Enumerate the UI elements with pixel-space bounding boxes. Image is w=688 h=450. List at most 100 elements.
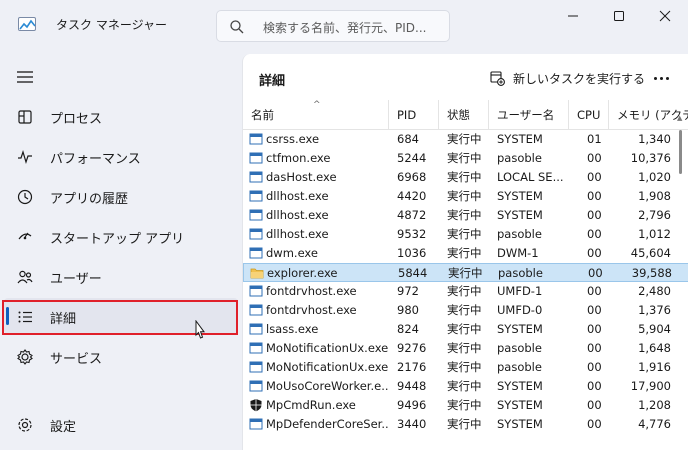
column-header-status[interactable]: 状態	[439, 100, 489, 130]
cell-status: 実行中	[447, 398, 482, 412]
column-header-pid[interactable]: PID	[389, 100, 439, 130]
close-button[interactable]	[642, 0, 688, 32]
cell-cpu: 00	[587, 379, 602, 393]
cell-cpu: 00	[587, 246, 602, 260]
more-options-button[interactable]	[647, 66, 675, 90]
window-app-icon	[249, 190, 263, 202]
cell-name: MpCmdRun.exe	[243, 396, 389, 415]
table-row[interactable]: MoNotificationUx.exe 2176 実行中 pasoble 00 1,91…	[243, 358, 688, 377]
more-dot	[654, 77, 657, 80]
sidebar-item-app-history[interactable]: アプリの履歴	[4, 178, 238, 214]
process-name: MpCmdRun.exe	[266, 398, 356, 412]
processes-icon	[18, 110, 32, 124]
history-icon	[17, 189, 33, 205]
table-row[interactable]: lsass.exe 824 実行中 SYSTEM 00 5,904	[243, 320, 688, 339]
sidebar-item-label: パフォーマンス	[50, 152, 141, 167]
cell-user: SYSTEM	[497, 398, 543, 412]
table-row[interactable]: MpCmdRun.exe 9496 実行中 SYSTEM 00 1,208	[243, 396, 688, 415]
cell-name: MpDefenderCoreSer...	[243, 415, 389, 434]
sidebar-item-label: サービス	[50, 352, 103, 367]
table-row[interactable]: ctfmon.exe 5244 実行中 pasoble 00 10,376	[243, 149, 688, 168]
task-manager-app-icon	[18, 17, 36, 31]
cell-pid: 6968	[397, 170, 427, 184]
cell-user: pasoble	[497, 341, 542, 355]
run-new-task-button[interactable]: 新しいタスクを実行する	[483, 64, 645, 92]
column-header-label: 名前	[251, 108, 274, 122]
cell-name: MoNotificationUx.exe	[243, 339, 389, 358]
sidebar-item-startup[interactable]: スタートアップ アプリ	[4, 218, 238, 254]
table-row[interactable]: csrss.exe 684 実行中 SYSTEM 01 1,340	[243, 130, 688, 149]
cell-user: pasoble	[497, 151, 542, 165]
column-header-username[interactable]: ユーザー名	[489, 100, 569, 130]
cell-mem: 1,376	[638, 303, 671, 317]
sidebar-item-label: アプリの履歴	[50, 192, 129, 207]
process-name: MoNotificationUx.exe	[266, 360, 389, 374]
window-app-icon	[249, 418, 263, 430]
vertical-scrollbar[interactable]	[679, 130, 682, 174]
table-row[interactable]: MpDefenderCoreSer... 3440 実行中 SYSTEM 00 4,776	[243, 415, 688, 434]
sidebar-item-services[interactable]: サービス	[4, 338, 238, 374]
cell-pid: 4872	[397, 208, 427, 222]
cell-cpu: 00	[587, 170, 602, 184]
cell-pid: 684	[397, 132, 419, 146]
process-name: MoNotificationUx.exe	[266, 341, 389, 355]
sidebar-item-settings[interactable]: 設定	[4, 406, 238, 442]
cell-status: 実行中	[447, 322, 482, 336]
minimize-button[interactable]	[550, 0, 596, 32]
cell-mem: 1,908	[638, 189, 671, 203]
sidebar-item-users[interactable]: ユーザー	[4, 258, 238, 294]
search-input[interactable]: 検索する名前、発行元、PID...	[216, 10, 450, 42]
scroll-up-icon[interactable]: ▲	[677, 114, 682, 122]
cell-mem: 45,604	[630, 246, 671, 260]
cell-name: dllhost.exe	[243, 206, 389, 225]
cell-user: SYSTEM	[497, 189, 543, 203]
cell-cpu: 00	[587, 322, 602, 336]
cell-cpu: 00	[587, 303, 602, 317]
cell-name: lsass.exe	[243, 320, 389, 339]
table-row[interactable]: MoNotificationUx.exe 9276 実行中 pasoble 00 1,64…	[243, 339, 688, 358]
table-row[interactable]: dllhost.exe 4872 実行中 SYSTEM 00 2,796	[243, 206, 688, 225]
folder-icon	[250, 268, 264, 279]
cell-name: ctfmon.exe	[243, 149, 389, 168]
process-name: dllhost.exe	[266, 227, 329, 241]
sidebar-item-performance[interactable]: パフォーマンス	[4, 138, 238, 174]
maximize-button[interactable]	[596, 0, 642, 32]
window-app-icon	[249, 171, 263, 183]
sidebar-item-processes[interactable]: プロセス	[4, 98, 238, 134]
table-row[interactable]: dwm.exe 1036 実行中 DWM-1 00 45,604	[243, 244, 688, 263]
cell-name: dllhost.exe	[243, 225, 389, 244]
column-header-label: 状態	[447, 108, 470, 122]
table-row[interactable]: fontdrvhost.exe 972 実行中 UMFD-1 00 2,480	[243, 282, 688, 301]
table-row[interactable]: fontdrvhost.exe 980 実行中 UMFD-0 00 1,376	[243, 301, 688, 320]
column-header-cpu[interactable]: CPU	[569, 100, 609, 130]
minimize-icon	[568, 15, 578, 17]
table-row[interactable]: dllhost.exe 4420 実行中 SYSTEM 00 1,908	[243, 187, 688, 206]
cell-user: SYSTEM	[497, 322, 543, 336]
window-app-icon	[249, 247, 263, 259]
cell-user: UMFD-0	[497, 303, 543, 317]
sidebar-item-label: 設定	[50, 420, 77, 435]
window-app-icon	[249, 304, 263, 316]
table-row[interactable]: dasHost.exe 6968 実行中 LOCAL SE... 00 1,020	[243, 168, 688, 187]
cell-pid: 4420	[397, 189, 427, 203]
details-panel: 詳細 新しいタスクを実行する ^ 名前 PID 状態 ユーザー名 CPU メモリ…	[242, 54, 688, 450]
cell-user: UMFD-1	[497, 284, 543, 298]
table-row[interactable]: explorer.exe 5844 実行中 pasoble 00 39,588	[243, 263, 688, 282]
hamburger-icon[interactable]	[14, 68, 36, 86]
cell-status: 実行中	[447, 227, 482, 241]
cell-cpu: 00	[587, 227, 602, 241]
cell-pid: 9276	[397, 341, 427, 355]
column-header-name[interactable]: ^ 名前	[243, 100, 389, 130]
cell-user: pasoble	[498, 266, 543, 280]
sidebar-item-label: ユーザー	[50, 272, 102, 287]
cell-user: SYSTEM	[497, 417, 543, 431]
sidebar-item-label: スタートアップ アプリ	[50, 232, 185, 247]
table-row[interactable]: MoUsoCoreWorker.e... 9448 実行中 SYSTEM 00 17,90…	[243, 377, 688, 396]
new-task-icon	[490, 71, 505, 86]
window-app-icon	[249, 285, 263, 297]
sidebar-item-label: プロセス	[50, 112, 103, 127]
table-row[interactable]: dllhost.exe 9532 実行中 pasoble 00 1,012	[243, 225, 688, 244]
process-name: dasHost.exe	[266, 170, 337, 184]
cell-name: dllhost.exe	[243, 187, 389, 206]
column-header-label: PID	[397, 108, 417, 122]
